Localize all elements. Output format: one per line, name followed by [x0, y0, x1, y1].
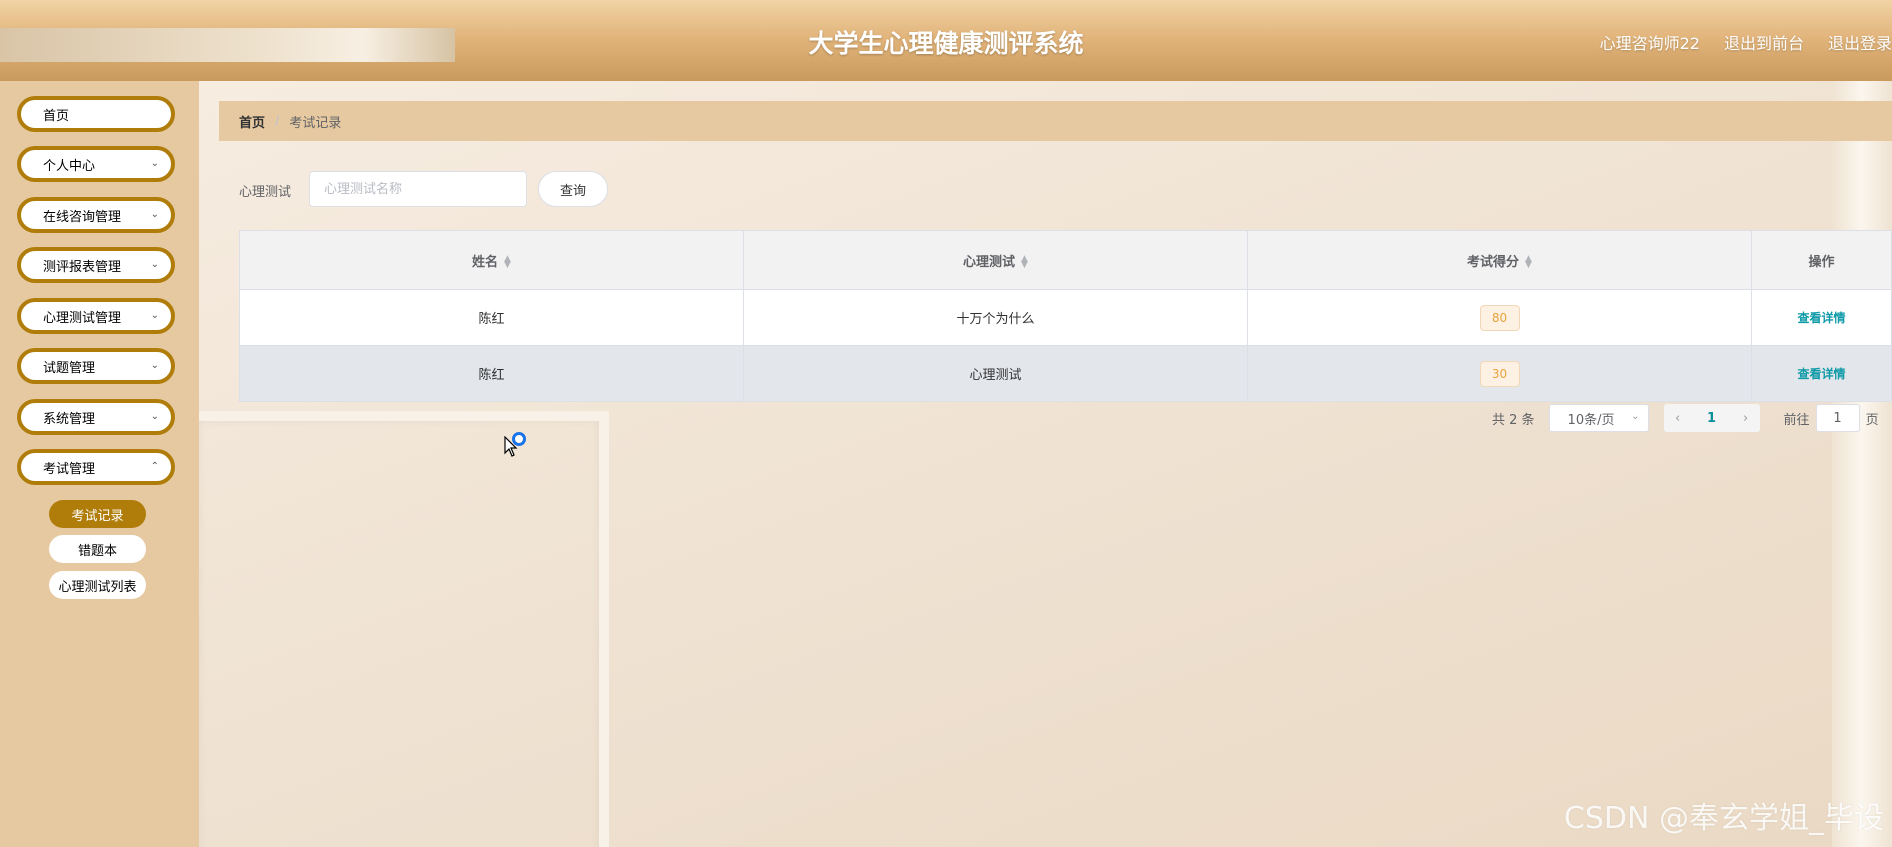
- breadcrumb-separator: /: [275, 113, 280, 129]
- background-panel: [199, 411, 609, 847]
- chevron-up-icon: ⌃: [150, 461, 159, 472]
- table-row[interactable]: 陈红 心理测试 30 查看详情: [239, 345, 1892, 402]
- main-content: 首页 / 考试记录 心理测试 查询 姓名 ▲▼ 心理测试 ▲▼ 考试得分 ▲▼ 操作: [199, 81, 1892, 847]
- goto-page-input[interactable]: [1815, 404, 1860, 432]
- cell-test: 心理测试: [743, 345, 1248, 402]
- column-header-label: 操作: [1808, 254, 1835, 270]
- view-detail-link[interactable]: 查看详情: [1797, 367, 1845, 381]
- sidebar-item-label: 在线咨询管理: [43, 209, 122, 225]
- sidebar-item-report[interactable]: 测评报表管理 ⌄: [17, 247, 175, 283]
- sidebar-item-label: 系统管理: [43, 411, 96, 427]
- column-header-name[interactable]: 姓名 ▲ ▼: [239, 230, 744, 290]
- cell-name: 陈红: [239, 289, 744, 346]
- top-header: 大学生心理健康测评系统 心理咨询师22 退出到前台 退出登录: [0, 0, 1892, 81]
- column-header-actions: 操作: [1751, 230, 1892, 290]
- view-detail-link[interactable]: 查看详情: [1797, 311, 1845, 325]
- chevron-down-icon: ⌄: [1631, 411, 1640, 422]
- sidebar-item-label: 考试管理: [43, 461, 96, 477]
- cell-test: 十万个为什么: [743, 289, 1248, 346]
- table-header-row: 姓名 ▲ ▼ 心理测试 ▲ ▼ 考试得分 ▲ ▼ 操作: [239, 230, 1892, 290]
- column-header-label: 姓名: [472, 254, 499, 270]
- breadcrumb-current: 考试记录: [289, 115, 342, 131]
- sidebar-item-label: 首页: [43, 108, 70, 124]
- search-input[interactable]: [309, 171, 527, 207]
- sidebar-item-psych-test[interactable]: 心理测试管理 ⌄: [17, 298, 175, 334]
- prev-page-icon[interactable]: ‹: [1664, 411, 1692, 426]
- column-header-test[interactable]: 心理测试 ▲ ▼: [743, 230, 1248, 290]
- pager-buttons: ‹ 1 ›: [1663, 404, 1760, 432]
- column-header-label: 考试得分: [1467, 254, 1520, 270]
- sort-icon[interactable]: ▲ ▼: [504, 255, 511, 270]
- page-unit-label: 页: [1865, 412, 1879, 428]
- records-table: 姓名 ▲ ▼ 心理测试 ▲ ▼ 考试得分 ▲ ▼ 操作 陈红 十万个为什么 80 查看详情: [239, 230, 1892, 402]
- chevron-down-icon: ⌄: [150, 158, 159, 169]
- breadcrumb: 首页 / 考试记录: [219, 101, 1892, 141]
- chevron-down-icon: ⌄: [150, 259, 159, 270]
- sidebar-item-label: 个人中心: [43, 158, 96, 174]
- sidebar-item-label: 测评报表管理: [43, 259, 122, 275]
- goto-label: 前往: [1783, 412, 1810, 428]
- sidebar-item-home[interactable]: 首页: [17, 96, 175, 132]
- sidebar-item-personal-center[interactable]: 个人中心 ⌄: [17, 146, 175, 182]
- sidebar-item-system[interactable]: 系统管理 ⌄: [17, 399, 175, 435]
- mouse-cursor-icon: [504, 436, 518, 457]
- chevron-down-icon: ⌄: [150, 209, 159, 220]
- sidebar-item-label: 试题管理: [43, 360, 96, 376]
- column-header-label: 心理测试: [963, 254, 1016, 270]
- page-size-value: 10条/页: [1567, 412, 1615, 428]
- page-size-select[interactable]: 10条/页 ⌄: [1548, 404, 1649, 432]
- header-links: 心理咨询师22 退出到前台 退出登录: [1600, 30, 1892, 54]
- chevron-down-icon: ⌄: [150, 411, 159, 422]
- cell-score: 30: [1247, 345, 1752, 402]
- submenu-wrong-answers[interactable]: 错题本: [49, 535, 146, 563]
- chevron-down-icon: ⌄: [150, 360, 159, 371]
- current-user: 心理咨询师22: [1599, 34, 1700, 53]
- next-page-icon[interactable]: ›: [1732, 411, 1760, 426]
- page-jump: 前往 页: [1784, 404, 1879, 432]
- table-row[interactable]: 陈红 十万个为什么 80 查看详情: [239, 289, 1892, 346]
- logout-link[interactable]: 退出登录: [1828, 30, 1892, 54]
- front-page-link[interactable]: 退出到前台: [1724, 30, 1804, 54]
- cell-action: 查看详情: [1751, 289, 1892, 346]
- sidebar-item-label: 心理测试管理: [43, 310, 122, 326]
- cell-action: 查看详情: [1751, 345, 1892, 402]
- pagination-total: 共 2 条: [1492, 412, 1535, 428]
- column-header-score[interactable]: 考试得分 ▲ ▼: [1247, 230, 1752, 290]
- cell-score: 80: [1247, 289, 1752, 346]
- submenu-psych-test-list[interactable]: 心理测试列表: [49, 571, 146, 599]
- page-number[interactable]: 1: [1692, 411, 1732, 426]
- search-label: 心理测试: [239, 185, 292, 200]
- submenu-exam-records[interactable]: 考试记录: [49, 500, 146, 528]
- background-edge: [1832, 81, 1892, 847]
- watermark: CSDN @奉玄学姐_毕设: [1563, 801, 1884, 836]
- chevron-down-icon: ⌄: [150, 310, 159, 321]
- sort-icon[interactable]: ▲ ▼: [1525, 255, 1532, 270]
- sidebar-item-online-consult[interactable]: 在线咨询管理 ⌄: [17, 197, 175, 233]
- breadcrumb-home[interactable]: 首页: [239, 112, 265, 131]
- sidebar: 首页 个人中心 ⌄ 在线咨询管理 ⌄ 测评报表管理 ⌄ 心理测试管理 ⌄ 试题管…: [0, 81, 199, 847]
- sidebar-item-exam[interactable]: 考试管理 ⌃: [17, 449, 175, 485]
- score-badge: 80: [1479, 304, 1520, 331]
- score-badge: 30: [1479, 360, 1520, 387]
- pagination: 共 2 条 10条/页 ⌄ ‹ 1 › 前往 页: [1492, 404, 1879, 432]
- search-button[interactable]: 查询: [538, 171, 608, 207]
- sidebar-item-questions[interactable]: 试题管理 ⌄: [17, 348, 175, 384]
- cell-name: 陈红: [239, 345, 744, 402]
- sort-icon[interactable]: ▲ ▼: [1021, 255, 1028, 270]
